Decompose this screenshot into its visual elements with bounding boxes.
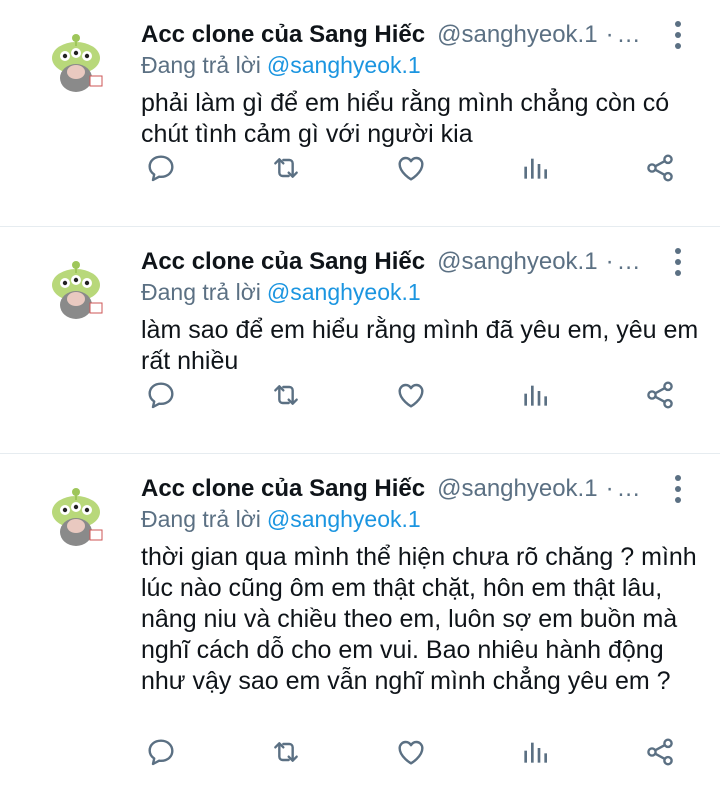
reply-prefix: Đang trả lời [141,279,261,305]
analytics-icon[interactable] [515,148,555,188]
tweet-actions [141,732,680,772]
tweet-header: Acc clone của Sang Hiếc @sanghyeok.1 · .… [141,18,680,52]
tweet-text: làm sao để em hiểu rằng mình đã yêu em, … [141,316,699,375]
analytics-icon[interactable] [515,732,555,772]
share-icon[interactable] [640,732,680,772]
share-icon[interactable] [640,148,680,188]
reply-context: Đang trả lời @sanghyeok.1 [141,279,421,306]
user-handle[interactable]: @sanghyeok.1 [437,475,597,503]
truncated-timestamp: ... [617,475,641,502]
display-name[interactable]: Acc clone của Sang Hiếc [141,475,425,503]
tweet[interactable]: Acc clone của Sang Hiếc @sanghyeok.1 · .… [0,227,720,454]
reply-prefix: Đang trả lời [141,506,261,532]
separator-dot: · [605,475,614,502]
tweet-actions [141,375,680,415]
user-handle[interactable]: @sanghyeok.1 [437,21,597,49]
truncated-timestamp: ... [617,21,641,48]
reply-mention-link[interactable]: @sanghyeok.1 [267,279,421,305]
reply-icon[interactable] [141,148,181,188]
like-icon[interactable] [391,148,431,188]
retweet-icon[interactable] [266,375,306,415]
analytics-icon[interactable] [515,375,555,415]
retweet-icon[interactable] [266,732,306,772]
more-options-icon[interactable] [666,245,690,279]
more-options-icon[interactable] [666,472,690,506]
share-icon[interactable] [640,375,680,415]
reply-mention-link[interactable]: @sanghyeok.1 [267,52,421,78]
tweet-header: Acc clone của Sang Hiếc @sanghyeok.1 · .… [141,245,680,279]
avatar[interactable] [40,28,112,100]
separator-dot: · [605,21,614,48]
tweet[interactable]: Acc clone của Sang Hiếc @sanghyeok.1 · .… [0,454,720,804]
reply-mention-link[interactable]: @sanghyeok.1 [267,506,421,532]
separator-dot: · [605,248,614,275]
truncated-timestamp: ... [617,248,641,275]
reply-context: Đang trả lời @sanghyeok.1 [141,52,421,79]
tweet[interactable]: Acc clone của Sang Hiếc @sanghyeok.1 · .… [0,0,720,227]
reply-icon[interactable] [141,732,181,772]
like-icon[interactable] [391,375,431,415]
retweet-icon[interactable] [266,148,306,188]
tweet-actions [141,148,680,188]
display-name[interactable]: Acc clone của Sang Hiếc [141,21,425,49]
more-options-icon[interactable] [666,18,690,52]
display-name[interactable]: Acc clone của Sang Hiếc [141,248,425,276]
avatar[interactable] [40,482,112,554]
reply-icon[interactable] [141,375,181,415]
reply-prefix: Đang trả lời [141,52,261,78]
tweet-header: Acc clone của Sang Hiếc @sanghyeok.1 · .… [141,472,680,506]
reply-context: Đang trả lời @sanghyeok.1 [141,506,421,533]
user-handle[interactable]: @sanghyeok.1 [437,248,597,276]
tweet-text: phải làm gì để em hiểu rằng mình chẳng c… [141,89,670,148]
avatar[interactable] [40,255,112,327]
tweet-text: thời gian qua mình thể hiện chưa rõ chăn… [141,543,697,695]
like-icon[interactable] [391,732,431,772]
